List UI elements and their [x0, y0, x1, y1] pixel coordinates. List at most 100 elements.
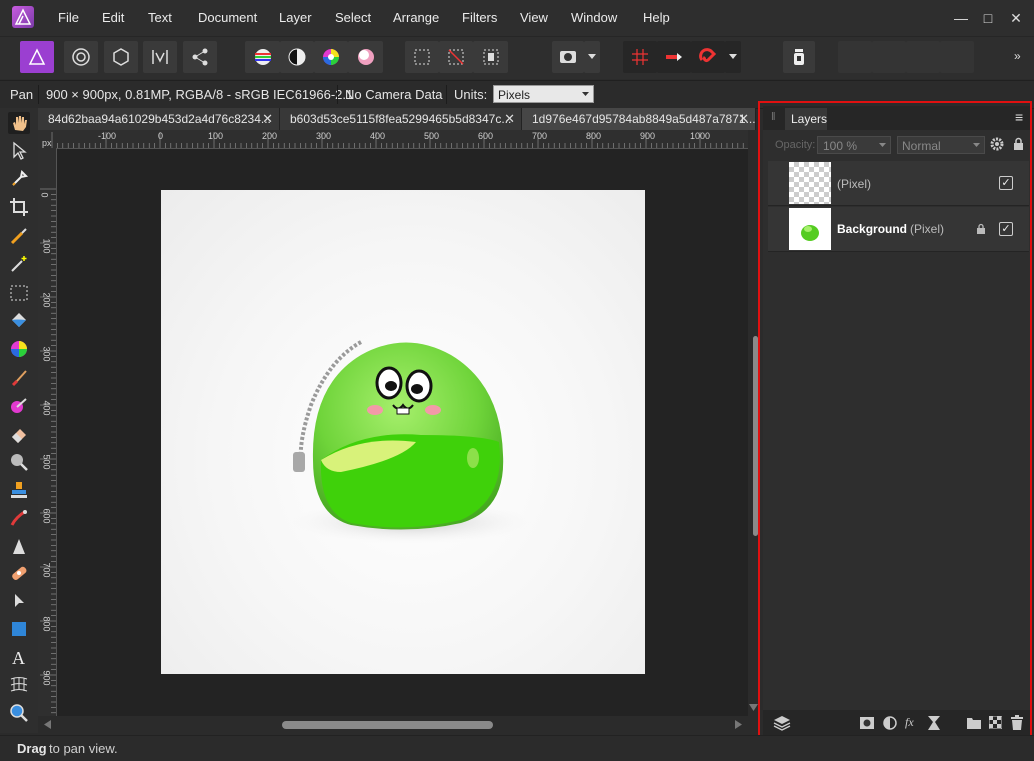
tab-label: 84d62baa94a61029b453d2a4d76c8234... [48, 112, 271, 126]
pointer-icon [13, 141, 27, 160]
snapping-guides-button[interactable] [657, 41, 691, 73]
color-replacement-tool[interactable] [8, 395, 30, 417]
marquee-icon [414, 49, 430, 65]
tool-name: Pan [10, 87, 34, 102]
minimize-button[interactable]: — [951, 8, 971, 28]
menu-view[interactable]: View [520, 10, 548, 25]
flood-select-tool[interactable] [8, 253, 30, 275]
quick-mask-button[interactable] [552, 41, 584, 73]
selection-brush-tool[interactable] [8, 225, 30, 247]
horizontal-scroll-thumb[interactable] [282, 721, 493, 729]
menu-window[interactable]: Window [571, 10, 617, 25]
maximize-button[interactable]: □ [978, 8, 998, 28]
recolor-button[interactable] [348, 41, 383, 73]
ruler-label: 500 [424, 131, 440, 141]
tab-close-icon[interactable]: ✕ [504, 111, 515, 127]
menu-edit[interactable]: Edit [102, 10, 124, 25]
tab-document-3[interactable]: 1d976e467d95784ab8849a5d487a7871... ✕ [522, 108, 756, 130]
tab-close-icon[interactable]: ✕ [738, 111, 749, 127]
vertical-scrollbar[interactable] [748, 130, 758, 716]
clone-tool[interactable] [8, 479, 30, 501]
ruler-label: 200 [41, 292, 52, 308]
separator [337, 85, 338, 104]
highlight-box [758, 101, 1032, 737]
invert-selection-button[interactable] [473, 41, 508, 73]
scroll-right-icon[interactable] [735, 720, 742, 729]
assistant-button[interactable] [783, 41, 815, 73]
ruler-label: 700 [532, 131, 548, 141]
ruler-label: 400 [370, 131, 386, 141]
liquify-persona-button[interactable] [64, 41, 98, 73]
tab-document-1[interactable]: 84d62baa94a61029b453d2a4d76c8234... ✕ [38, 108, 280, 130]
snapping-grid-button[interactable] [623, 41, 657, 73]
levels-button[interactable] [245, 41, 280, 73]
ruler-label: 500 [41, 454, 52, 470]
camera-info: No Camera Data [345, 87, 443, 102]
chevron-down-icon [729, 54, 737, 59]
units-select[interactable]: Pixels [493, 85, 594, 103]
arrange-forward-button[interactable] [906, 41, 940, 73]
scroll-down-icon[interactable] [749, 704, 758, 711]
canvas-area[interactable] [57, 149, 748, 716]
horizontal-scrollbar[interactable] [38, 716, 748, 733]
crop-tool[interactable] [8, 196, 30, 218]
flood-fill-tool[interactable] [8, 310, 30, 332]
status-bar: Drag to pan view. [0, 735, 1034, 761]
deselect-button[interactable] [439, 41, 473, 73]
text-tool[interactable]: A [8, 646, 30, 668]
menu-select[interactable]: Select [335, 10, 371, 25]
view-tool[interactable] [8, 112, 30, 134]
blur-tool[interactable] [8, 536, 30, 558]
menu-file[interactable]: File [58, 10, 79, 25]
document-canvas[interactable] [161, 190, 645, 674]
menu-text[interactable]: Text [148, 10, 172, 25]
mesh-warp-tool[interactable] [8, 674, 30, 696]
menu-arrange[interactable]: Arrange [393, 10, 439, 25]
menu-document[interactable]: Document [198, 10, 257, 25]
arrange-backward-button[interactable] [872, 41, 906, 73]
color-wheel-tool[interactable] [8, 338, 30, 360]
scroll-left-icon[interactable] [44, 720, 51, 729]
select-all-button[interactable] [405, 41, 439, 73]
smudge-tool[interactable] [8, 507, 30, 529]
vertical-ruler[interactable]: 0 100 200 300 400 500 600 700 800 900 [38, 148, 57, 716]
tab-close-icon[interactable]: ✕ [262, 111, 273, 127]
photo-persona-button[interactable] [20, 41, 54, 73]
zoom-tool[interactable] [8, 702, 30, 724]
color-wheel-icon [323, 49, 339, 65]
horizontal-ruler[interactable]: px -100 0 100 200 300 400 500 600 700 80… [38, 130, 748, 149]
node-pointer-icon [15, 594, 24, 607]
export-persona-button[interactable] [183, 41, 217, 73]
tab-document-2[interactable]: b603d53ce5115f8fea5299465b5d8347c... ✕ [280, 108, 522, 130]
menu-layer[interactable]: Layer [279, 10, 312, 25]
arrange-back-button[interactable] [838, 41, 872, 73]
color-picker-tool[interactable] [8, 168, 30, 190]
erase-brush-tool[interactable] [8, 423, 30, 445]
marquee-tool[interactable] [8, 282, 30, 304]
menu-help[interactable]: Help [643, 10, 670, 25]
contrast-icon [288, 48, 306, 66]
develop-persona-button[interactable] [104, 41, 138, 73]
separator [446, 85, 447, 104]
ruler-label: 800 [586, 131, 602, 141]
toolbar-overflow-icon[interactable]: » [1014, 49, 1021, 63]
paint-brush-tool[interactable] [8, 367, 30, 389]
eraser-icon [12, 429, 26, 443]
develop-persona-icon [113, 48, 129, 66]
inpainting-tool[interactable] [8, 562, 30, 584]
quick-mask-dropdown[interactable] [584, 41, 600, 73]
arrange-front-button[interactable] [940, 41, 974, 73]
tone-mapping-persona-button[interactable] [143, 41, 177, 73]
snapping-button[interactable] [691, 41, 725, 73]
rectangle-marquee-icon [10, 285, 28, 301]
node-tool[interactable] [8, 590, 30, 612]
hsl-button[interactable] [314, 41, 348, 73]
close-button[interactable]: ✕ [1006, 8, 1026, 28]
snapping-dropdown[interactable] [725, 41, 741, 73]
rectangle-tool[interactable] [8, 618, 30, 640]
menu-filters[interactable]: Filters [462, 10, 497, 25]
dodge-tool[interactable] [8, 451, 30, 473]
move-tool[interactable] [8, 140, 30, 162]
grid-icon [632, 49, 648, 65]
white-balance-button[interactable] [280, 41, 314, 73]
